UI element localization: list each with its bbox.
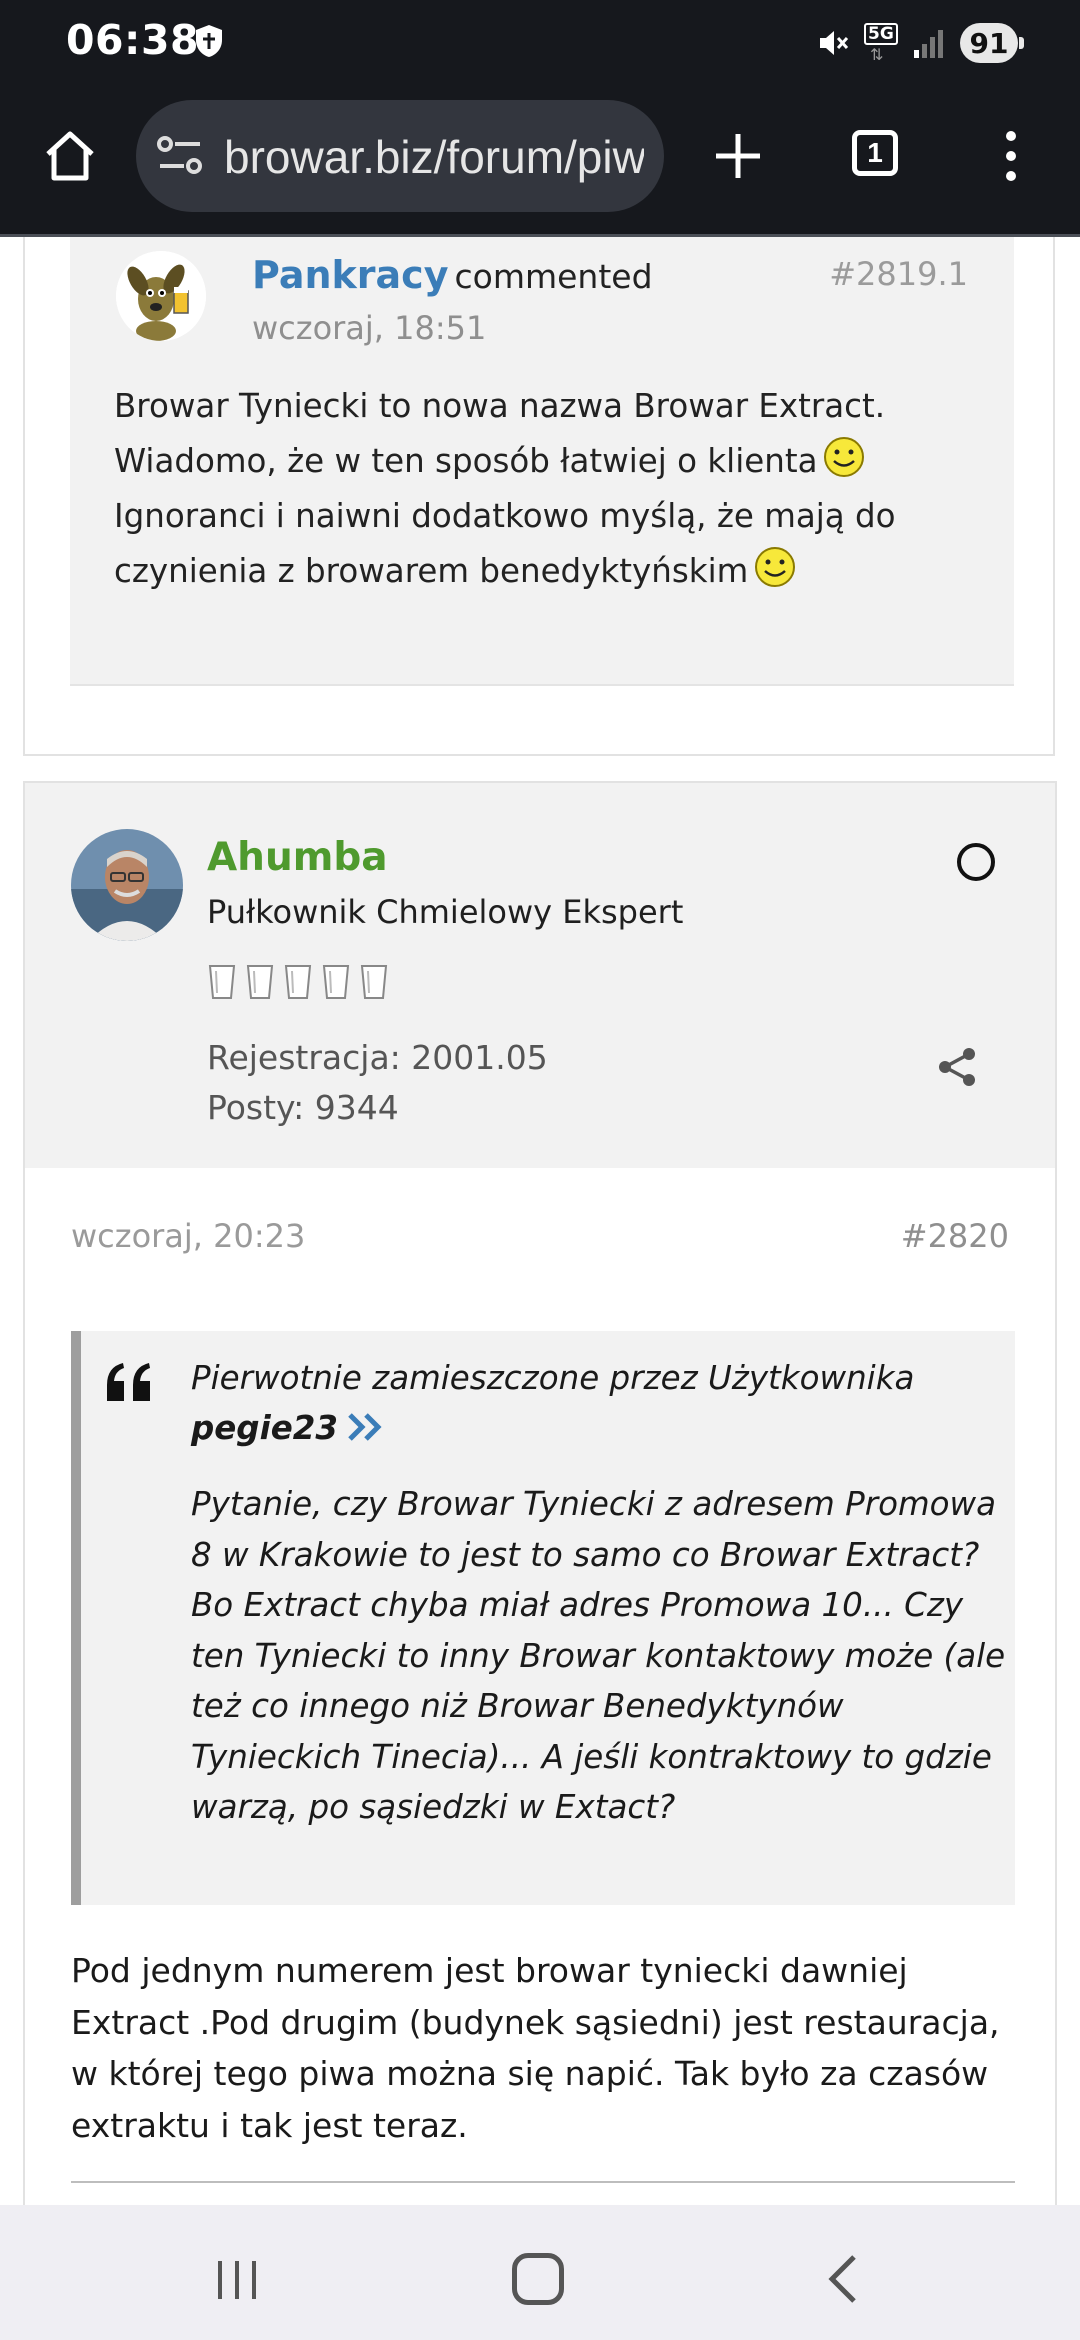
system-nav-bar bbox=[0, 2205, 1080, 2340]
registration-date: Rejestracja: 2001.05 bbox=[207, 1038, 548, 1077]
comment-author[interactable]: Pankracy commented bbox=[252, 253, 653, 297]
new-tab-icon[interactable] bbox=[708, 126, 768, 186]
username[interactable]: Ahumba bbox=[207, 835, 388, 880]
shield-icon bbox=[196, 25, 222, 57]
previous-post-card: Pankracy commented wczoraj, 18:51 #2819.1… bbox=[23, 237, 1055, 756]
cup-icon bbox=[208, 965, 236, 999]
share-icon[interactable] bbox=[935, 1045, 979, 1089]
more-menu-icon[interactable] bbox=[996, 126, 1026, 186]
smiley-icon bbox=[755, 547, 796, 587]
user-rank: Pułkownik Chmielowy Ekspert bbox=[207, 893, 684, 931]
comment-text: Browar Tyniecki to nowa nazwa Browar Ext… bbox=[114, 387, 896, 590]
cup-icon bbox=[360, 965, 388, 999]
comment-number[interactable]: #2819.1 bbox=[829, 255, 968, 293]
smiley-icon bbox=[824, 437, 865, 477]
post-card: Ahumba Pułkownik Chmielowy Ekspert Rejes… bbox=[23, 781, 1057, 2205]
online-status-icon bbox=[957, 843, 995, 881]
avatar[interactable] bbox=[71, 829, 183, 941]
quote-text: Pytanie, czy Browar Tyniecki z adresem P… bbox=[191, 1485, 1006, 1826]
quote-header: Pierwotnie zamieszczone przez Użytkownik… bbox=[191, 1359, 915, 1447]
comment-date: wczoraj, 18:51 bbox=[252, 309, 487, 347]
site-settings-icon[interactable] bbox=[156, 134, 204, 178]
cup-icon bbox=[246, 965, 274, 999]
url-text[interactable]: browar.biz/forum/piw bbox=[224, 130, 644, 184]
tab-switcher-button[interactable]: 1 bbox=[852, 130, 898, 176]
network-icon: 5G ⇅ bbox=[864, 23, 898, 64]
recents-icon[interactable] bbox=[214, 2257, 260, 2303]
cup-icon bbox=[284, 965, 312, 999]
status-icons: 5G ⇅ 91 bbox=[816, 18, 1024, 68]
avatar[interactable] bbox=[116, 251, 206, 341]
mute-icon bbox=[820, 31, 849, 55]
comment: Pankracy commented wczoraj, 18:51 #2819.1… bbox=[70, 237, 1014, 686]
browser-toolbar: browar.biz/forum/piw 1 bbox=[0, 86, 1080, 237]
quote-icon bbox=[107, 1363, 150, 1401]
address-bar[interactable]: browar.biz/forum/piw bbox=[136, 100, 664, 212]
divider bbox=[71, 2181, 1015, 2183]
double-chevron-right-icon[interactable] bbox=[346, 1411, 386, 1443]
home-button[interactable] bbox=[512, 2253, 564, 2305]
comment-verb: commented bbox=[454, 257, 653, 296]
clock: 06:38 bbox=[66, 16, 200, 64]
quote-block: Pierwotnie zamieszczone przez Użytkownik… bbox=[71, 1331, 1015, 1905]
user-info-panel: Ahumba Pułkownik Chmielowy Ekspert Rejes… bbox=[25, 783, 1055, 1168]
home-icon[interactable] bbox=[40, 126, 100, 186]
status-bar: 06:38 5G ⇅ 91 bbox=[0, 0, 1080, 86]
post-date: wczoraj, 20:23 bbox=[71, 1217, 306, 1255]
post-count: Posty: 9344 bbox=[207, 1088, 399, 1127]
quoted-username[interactable]: pegie23 bbox=[191, 1409, 338, 1447]
battery-indicator: 91 bbox=[960, 23, 1024, 63]
post-number[interactable]: #2820 bbox=[901, 1217, 1009, 1255]
signal-icon bbox=[914, 30, 943, 58]
page-content[interactable]: Pankracy commented wczoraj, 18:51 #2819.1… bbox=[0, 237, 1080, 2205]
cup-icon bbox=[322, 965, 350, 999]
rank-cups bbox=[207, 963, 389, 1001]
post-body: Pod jednym numerem jest browar tyniecki … bbox=[71, 1951, 1000, 2145]
back-icon[interactable] bbox=[824, 2253, 860, 2305]
